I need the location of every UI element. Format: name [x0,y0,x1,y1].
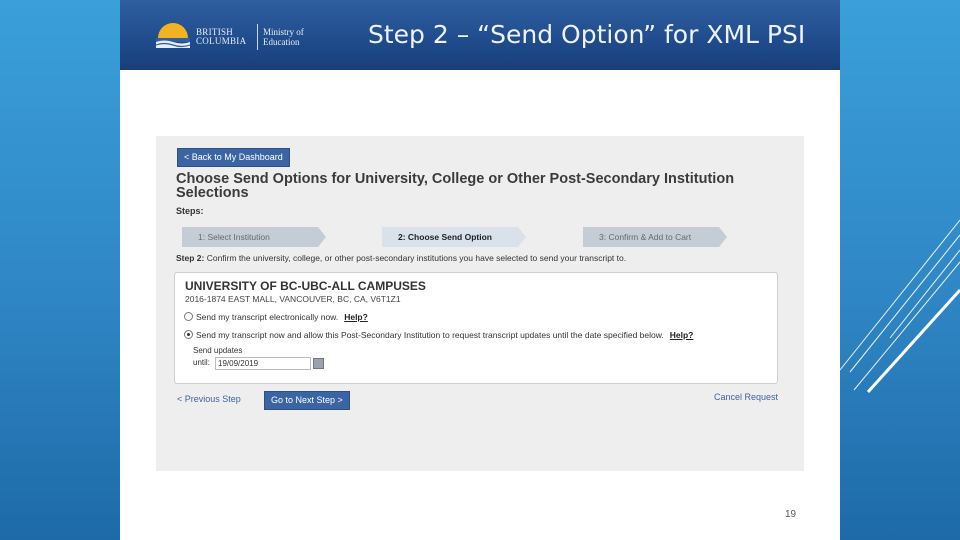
bc-government-logo: BRITISH COLUMBIA Ministry of Education [154,20,314,54]
send-updates-label: Send updates [193,346,243,355]
province-line-2: COLUMBIA [196,36,247,46]
radio-send-with-updates[interactable] [184,330,193,339]
decorative-lines [840,219,960,394]
next-step-button[interactable]: Go to Next Step > [264,391,350,410]
steps-label: Steps: [176,206,204,216]
institution-address: 2016-1874 EAST MALL, VANCOUVER, BC, CA, … [185,294,401,304]
option-send-with-updates-label: Send my transcript now and allow this Po… [196,330,664,340]
instruction-prefix: Step 2: [176,253,205,263]
ministry-line-2: Education [263,37,300,47]
help-link-send-now[interactable]: Help? [344,312,368,322]
instruction-text: Confirm the university, college, or othe… [204,253,627,263]
step-choose-send-option: 2: Choose Send Option [382,227,526,247]
header-banner: BRITISH COLUMBIA Ministry of Education S… [120,0,840,70]
slide-title: Step 2 – “Send Option” for XML PSI [368,20,806,49]
province-name: BRITISH COLUMBIA [196,28,246,46]
logo-divider [257,24,258,50]
option-send-now-label: Send my transcript electronically now. [196,312,339,322]
bc-sun-logo-icon [155,23,191,48]
embedded-screenshot: < Back to My Dashboard Choose Send Optio… [156,136,804,471]
until-label: until: [193,358,210,367]
ministry-name: Ministry of Education [263,27,304,47]
option-send-now[interactable]: Send my transcript electronically now. He… [184,312,368,322]
option-send-with-updates[interactable]: Send my transcript now and allow this Po… [184,330,693,340]
slide: BRITISH COLUMBIA Ministry of Education S… [120,0,840,540]
previous-step-link[interactable]: < Previous Step [177,394,241,404]
page-heading: Choose Send Options for University, Coll… [176,171,735,201]
back-to-dashboard-button[interactable]: < Back to My Dashboard [177,148,290,167]
step-select-institution: 1: Select Institution [182,227,326,247]
cancel-request-link[interactable]: Cancel Request [714,392,778,402]
institution-name: UNIVERSITY OF BC-UBC-ALL CAMPUSES [185,279,426,293]
step-instruction: Step 2: Confirm the university, college,… [176,253,626,263]
step-confirm-add-to-cart: 3: Confirm & Add to Cart [583,227,727,247]
institution-card: UNIVERSITY OF BC-UBC-ALL CAMPUSES 2016-1… [174,272,778,384]
until-date-input[interactable]: 19/09/2019 [215,357,311,370]
page-number: 19 [785,509,797,520]
help-link-send-with-updates[interactable]: Help? [670,330,694,340]
ministry-line-1: Ministry of [263,27,304,37]
calendar-icon[interactable] [313,358,324,369]
radio-send-now[interactable] [184,312,193,321]
